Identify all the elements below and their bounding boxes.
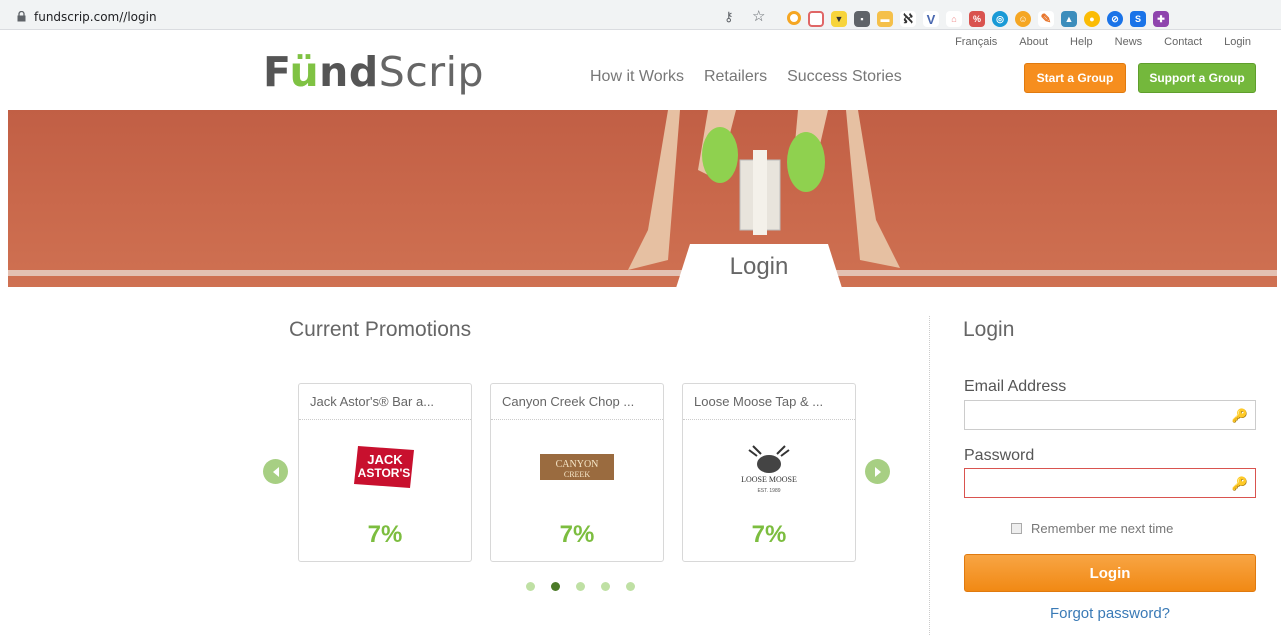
link-francais[interactable]: Français [955,36,997,48]
carousel-dot-2[interactable] [551,582,560,591]
arrow-left-icon [272,466,279,477]
logo-u: ü [289,48,320,96]
nav-retailers[interactable]: Retailers [704,68,767,86]
promotion-percent: 7% [751,521,787,548]
link-about[interactable]: About [1019,36,1048,48]
carousel-pagination [526,582,635,591]
login-button[interactable]: Login [964,554,1256,592]
extension-icon[interactable]: ☺ [1015,11,1031,27]
password-label: Password [964,447,1035,464]
svg-text:ASTOR'S: ASTOR'S [358,466,411,480]
login-form-title: Login [963,318,1015,341]
main-nav: How it Works Retailers Success Stories [590,68,922,86]
section-divider [929,316,930,635]
promotion-card-title: Loose Moose Tap & ... [683,384,855,420]
address-bar[interactable]: fundscrip.com//login ⚷ ☆ ▼ ▪ ▬ ℵ V ⌂ % ◎… [4,4,1278,27]
extension-icons: ▼ ▪ ▬ ℵ V ⌂ % ◎ ☺ ✎ ▲ ● ⊘ S ✚ [787,11,1169,27]
email-label: Email Address [964,378,1067,395]
extension-icon[interactable]: % [969,11,985,27]
autofill-key-icon[interactable]: 🔑 [1232,408,1248,424]
carousel-dot-4[interactable] [601,582,610,591]
svg-text:CREEK: CREEK [564,470,590,479]
extension-icon[interactable]: V [923,11,939,27]
extension-icon[interactable]: ◎ [992,11,1008,27]
browser-bar: fundscrip.com//login ⚷ ☆ ▼ ▪ ▬ ℵ V ⌂ % ◎… [0,0,1281,30]
svg-text:LOOSE MOOSE: LOOSE MOOSE [741,475,797,484]
svg-text:JACK: JACK [367,452,403,467]
link-news[interactable]: News [1115,36,1143,48]
remember-me-label: Remember me next time [1031,521,1174,536]
promotions-title: Current Promotions [289,318,472,341]
email-field[interactable]: 🔑 [964,400,1256,430]
loose-moose-logo: LOOSE MOOSE EST. 1989 [683,432,855,502]
nav-success-stories[interactable]: Success Stories [787,68,902,86]
extension-icon[interactable] [808,11,824,27]
lock-icon [17,11,26,22]
promotion-card-title: Jack Astor's® Bar a... [299,384,471,420]
extension-icon[interactable]: S [1130,11,1146,27]
extension-icon[interactable] [787,11,801,25]
extension-icon[interactable]: ▼ [831,11,847,27]
promotion-percent: 7% [559,521,595,548]
extension-icon[interactable]: ▲ [1061,11,1077,27]
runner-illustration [628,110,900,270]
extension-icon[interactable]: ✚ [1153,11,1169,27]
link-login[interactable]: Login [1224,36,1251,48]
utility-nav: Français About Help News Contact Login [933,36,1251,48]
forgot-password-link[interactable]: Forgot password? [964,605,1256,622]
extension-icon[interactable]: ✎ [1038,11,1054,27]
support-group-button[interactable]: Support a Group [1138,63,1256,93]
nav-how-it-works[interactable]: How it Works [590,68,684,86]
jack-astors-logo: JACK ASTOR'S [299,432,471,502]
link-help[interactable]: Help [1070,36,1093,48]
remember-me[interactable]: Remember me next time [1011,521,1173,536]
svg-text:CANYON: CANYON [556,459,599,470]
extension-icon[interactable]: ⌂ [946,11,962,27]
carousel-next-button[interactable] [865,459,890,484]
promotion-card[interactable]: Canyon Creek Chop ... CANYON CREEK 7% [490,383,664,562]
start-group-button[interactable]: Start a Group [1024,63,1126,93]
bookmark-star-icon[interactable]: ☆ [752,7,765,25]
password-input[interactable] [965,469,1225,497]
logo-f: F [263,48,290,96]
extension-icon[interactable]: ● [1084,11,1100,27]
autofill-key-icon[interactable]: 🔑 [1232,476,1248,492]
logo-scrip: Scrip [378,48,485,96]
canyon-creek-logo: CANYON CREEK [491,432,663,502]
carousel-dot-5[interactable] [626,582,635,591]
promotion-card[interactable]: Jack Astor's® Bar a... JACK ASTOR'S 7% [298,383,472,562]
logo-nd: nd [319,48,379,96]
password-field[interactable]: 🔑 [964,468,1256,498]
link-contact[interactable]: Contact [1164,36,1202,48]
banner-tab-label: Login [729,253,789,280]
promotion-percent: 7% [367,521,403,548]
arrow-right-icon [874,466,881,477]
key-icon[interactable]: ⚷ [724,9,734,25]
url-text[interactable]: fundscrip.com//login [34,10,157,24]
carousel-dot-3[interactable] [576,582,585,591]
promotion-card-title: Canyon Creek Chop ... [491,384,663,420]
promotion-card[interactable]: Loose Moose Tap & ... LOOSE MOOSE EST. 1… [682,383,856,562]
hero-banner [8,110,1277,287]
remember-me-checkbox[interactable] [1011,523,1022,534]
track-lane-line [8,270,1277,276]
carousel-dot-1[interactable] [526,582,535,591]
carousel-prev-button[interactable] [263,459,288,484]
extension-icon[interactable]: ▪ [854,11,870,27]
extension-icon[interactable]: ▬ [877,11,893,27]
fundscrip-logo[interactable]: FündScrip [263,48,484,96]
svg-text:EST. 1989: EST. 1989 [757,488,780,494]
extension-icon[interactable]: ⊘ [1107,11,1123,27]
email-input[interactable] [965,401,1225,429]
rss-icon[interactable]: ℵ [900,11,916,27]
